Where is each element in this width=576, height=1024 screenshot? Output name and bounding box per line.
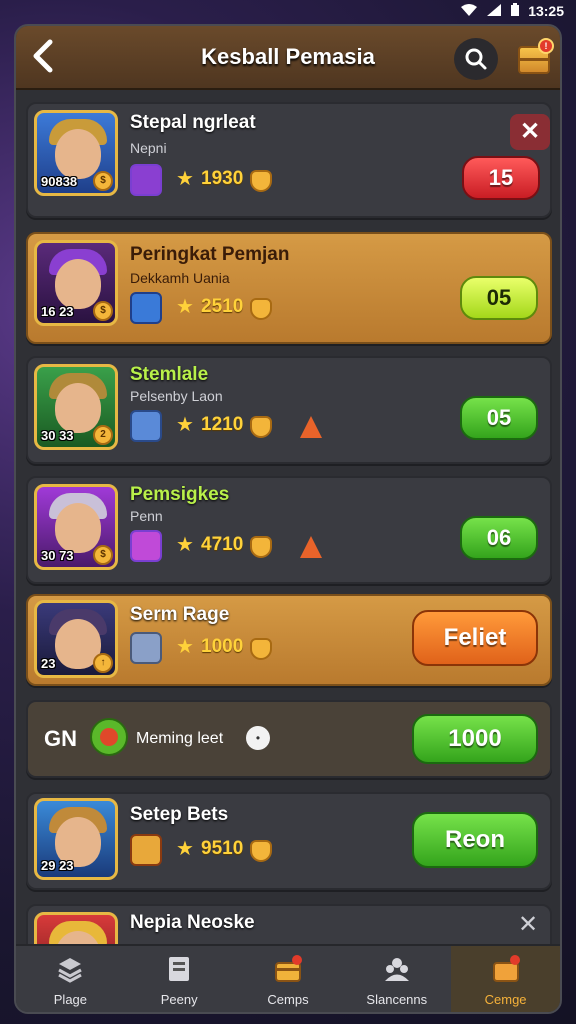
list-item[interactable]: 29 23 Setep Bets ★ 9510 Reon [26,792,552,890]
wifi-icon [460,3,478,20]
close-button[interactable]: ✕ [510,114,550,150]
potion-icon [90,718,128,756]
stack-icon [58,958,83,983]
star-icon: ★ [176,534,194,556]
player-value: 4710 [201,534,244,555]
chest-button[interactable]: ! [514,38,554,78]
tab-cemps[interactable]: Cemps [234,946,343,1012]
shield-icon [250,638,272,660]
rank-button[interactable]: 15 [462,156,540,200]
close-icon[interactable]: ✕ [518,910,538,939]
player-subtitle: Nepni [130,140,167,156]
info-icon[interactable]: • [246,726,270,750]
battery-icon [510,2,520,20]
shield-icon [250,840,272,862]
list-item[interactable]: 90838 $ Stepal ngrleat Nepni ★ 1930 ✕ 15 [26,102,552,218]
status-time: 13:25 [528,3,564,19]
player-name: Stemlale [130,364,209,385]
player-value: 2510 [201,296,244,317]
coin-icon: 2 [93,425,113,445]
bottom-tab-bar: Plage Peeny Cemps Slancenns Cemge [16,944,560,1012]
player-name: Serm Rage [130,604,230,625]
flame-icon [300,536,322,558]
coin-icon: $ [93,545,113,565]
flame-icon [300,416,322,438]
users-icon [384,958,409,981]
avatar: 16 23 $ [34,240,118,326]
avatar: 90838 $ [34,110,118,196]
player-name: Nepia Neoske [130,912,255,933]
star-icon: ★ [176,414,194,436]
row-label: Meming leet [136,730,224,747]
join-button[interactable]: Reon [412,812,538,868]
shield-icon [250,416,272,438]
avatar: 30 73 $ [34,484,118,570]
pet-icon [130,530,162,562]
player-name: Peringkat Pemjan [130,244,290,265]
list-item[interactable]: 30 73 $ Pemsigkes Penn ★ 4710 06 [26,476,552,584]
document-icon [169,957,190,981]
pet-icon [130,632,162,664]
pet-icon [130,834,162,866]
panel-header: Kesball Pemasia ! [16,26,560,90]
treasure-icon [492,955,520,982]
claim-button[interactable]: 1000 [412,714,538,764]
coin-icon: $ [93,171,113,191]
tab-cemge[interactable]: Cemge [451,946,560,1012]
star-icon: ★ [176,168,194,190]
player-name: Stepal ngrleat [130,112,256,133]
avatar: 30 33 2 [34,364,118,450]
coin-icon: $ [93,301,113,321]
tab-plage[interactable]: Plage [16,946,125,1012]
status-bar: 13:25 [0,0,576,22]
pet-icon [130,410,162,442]
list-item[interactable]: 23 ↑ Serm Rage ★ 1000 Feliet [26,594,552,686]
list-item[interactable]: 30 33 2 Stemlale Pelsenby Laon ★ 1210 05 [26,356,552,464]
player-value: 1930 [201,168,244,189]
tab-slancenns[interactable]: Slancenns [342,946,451,1012]
leaderboard-panel: Kesball Pemasia ! 90838 $ Stepal ngrleat… [14,24,562,1014]
select-button[interactable]: Feliet [412,610,538,666]
player-value: 1000 [201,636,244,657]
player-subtitle: Penn [130,508,163,524]
player-subtitle: Pelsenby Laon [130,388,223,404]
avatar: 29 23 [34,798,118,880]
search-icon [465,48,487,70]
row-prefix: GN [44,726,77,751]
pet-icon [130,292,162,324]
list-item[interactable]: GN Meming leet • 1000 [26,700,552,778]
list-item[interactable]: 16 23 $ Peringkat Pemjan Dekkamh Uania ★… [26,232,552,344]
shield-icon [250,536,272,558]
avatar: 23 ↑ [34,600,118,678]
player-name: Setep Bets [130,804,229,825]
pet-icon [130,164,162,196]
player-subtitle: Dekkamh Uania [130,270,230,286]
star-icon: ★ [176,838,194,860]
chest-badge: ! [538,38,554,54]
shield-icon [250,170,272,192]
coin-icon: ↑ [93,653,113,673]
star-icon: ★ [176,296,194,318]
player-name: Pemsigkes [130,484,230,505]
rank-button[interactable]: 05 [460,276,538,320]
shield-icon [250,298,272,320]
rank-button[interactable]: 06 [460,516,538,560]
tab-peeny[interactable]: Peeny [125,946,234,1012]
gift-chest-icon [274,955,302,982]
player-value: 1210 [201,414,244,435]
search-button[interactable] [454,38,498,80]
signal-icon [486,3,502,20]
star-icon: ★ [176,636,194,658]
player-value: 9510 [201,838,244,859]
rank-button[interactable]: 05 [460,396,538,440]
